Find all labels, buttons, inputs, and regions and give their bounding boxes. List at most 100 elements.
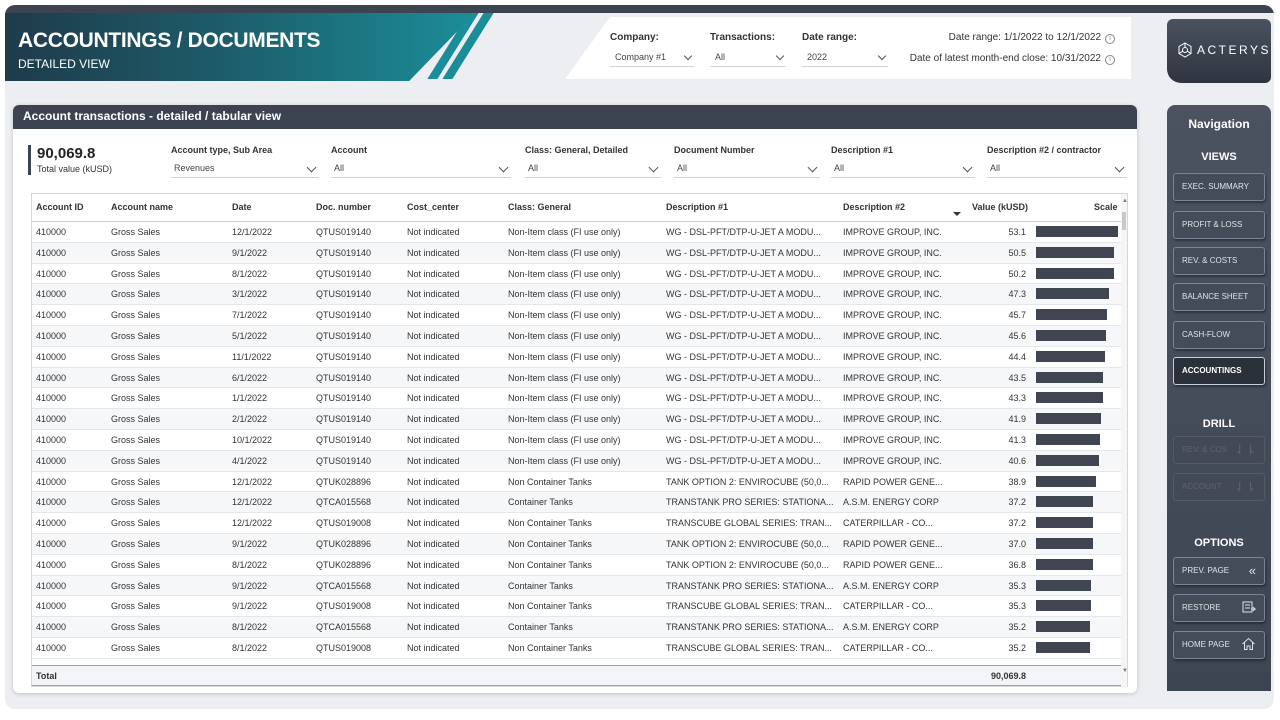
account-slicer[interactable]: All [331, 161, 511, 178]
chevron-down-icon [807, 162, 818, 173]
table-row[interactable]: 410000 Gross Sales 8/1/2022 QTUK028896 Not i… [32, 555, 1122, 576]
table-cell: 8/1/2022 [232, 622, 268, 633]
nav-rev-costs[interactable]: REV. & COSTS [1173, 247, 1265, 275]
column-header[interactable]: Doc. number [316, 202, 371, 212]
table-row[interactable]: 410000 Gross Sales 9/1/2022 QTCA015568 Not i… [32, 575, 1122, 597]
page-subtitle: DETAILED VIEW [18, 57, 110, 71]
table-cell: Gross Sales [111, 434, 161, 445]
column-header[interactable]: Description #2 [843, 202, 905, 212]
table-row[interactable]: 410000 Gross Sales 12/1/2022 QTCA015568 Not … [32, 492, 1122, 514]
scale-bar [1036, 621, 1091, 633]
table-cell: Not indicated [407, 372, 460, 383]
drill-account-button[interactable]: ACCOUNT ⇃⇂ [1173, 473, 1265, 501]
home-page-button[interactable]: HOME PAGE [1173, 631, 1265, 659]
table-cell: TRANSCUBE GLOBAL SERIES: TRAN... [666, 642, 833, 653]
company-dropdown[interactable]: Company #1 [610, 50, 694, 67]
value-cell: 35.2 [1008, 642, 1026, 653]
table-cell: QTCA015568 [316, 580, 372, 591]
table-cell: Non-Item class (FI use only) [508, 434, 621, 445]
table-row[interactable]: 410000 Gross Sales 9/1/2022 QTUK028896 Not i… [32, 533, 1122, 555]
column-header[interactable]: Description #1 [666, 202, 728, 212]
table-row[interactable]: 410000 Gross Sales 8/1/2022 QTUS019008 Not i… [32, 638, 1122, 659]
nav-exec-summary[interactable]: EXEC. SUMMARY [1173, 173, 1265, 201]
table-cell: QTUS019008 [316, 518, 372, 529]
daterange-value: 2022 [807, 52, 828, 62]
transactions-dropdown[interactable]: All [710, 50, 786, 67]
value-cell: 35.3 [1008, 580, 1026, 591]
value-cell: 35.3 [1008, 601, 1026, 612]
prev-page-button[interactable]: PREV. PAGE « [1173, 557, 1265, 585]
table-row[interactable]: 410000 Gross Sales 7/1/2022 QTUS019140 Not i… [32, 305, 1122, 326]
value-cell: 47.3 [1008, 289, 1026, 300]
table-cell: QTUS019008 [316, 642, 372, 653]
table-cell: QTCA015568 [316, 497, 372, 508]
table-cell: Non Container Tanks [508, 538, 592, 549]
latest-close-info: Date of latest month-end close: 10/31/20… [910, 53, 1115, 65]
company-value: Company #1 [615, 52, 667, 62]
nav-cash-flow[interactable]: CASH-FLOW [1173, 321, 1265, 349]
chevron-down-icon [683, 51, 693, 61]
table-cell: Gross Sales [111, 455, 161, 466]
info-icon[interactable]: i [1105, 55, 1115, 65]
table-cell: Not indicated [407, 268, 460, 279]
table-header: Account ID Account name Date Doc. number… [32, 194, 1122, 222]
scale-bar [1036, 579, 1091, 591]
table-cell: Not indicated [407, 580, 460, 591]
table-cell: 410000 [36, 434, 67, 445]
app-frame: ACCOUNTINGS / DOCUMENTS DETAILED VIEW Co… [5, 5, 1274, 709]
table-row[interactable]: 410000 Gross Sales 12/1/2022 QTUS019008 Not … [32, 513, 1122, 534]
chevron-down-icon [1114, 162, 1125, 173]
table-row[interactable]: 410000 Gross Sales 5/1/2022 QTUS019140 Not i… [32, 325, 1122, 347]
nav-balance-sheet[interactable]: BALANCE SHEET [1173, 283, 1265, 311]
nav-profit-loss[interactable]: PROFIT & LOSS [1173, 211, 1265, 239]
date-range-text: Date range: 1/1/2022 to 12/1/2022 [948, 32, 1101, 43]
description2-slicer[interactable]: All [987, 161, 1127, 178]
column-header[interactable]: Account ID [36, 202, 84, 212]
table-cell: 9/1/2022 [232, 580, 268, 591]
table-row[interactable]: 410000 Gross Sales 8/1/2022 QTCA015568 Not i… [32, 617, 1122, 638]
info-icon[interactable]: i [1105, 34, 1115, 44]
table-cell: Not indicated [407, 497, 460, 508]
table-row[interactable]: 410000 Gross Sales 8/1/2022 QTUS019140 Not i… [32, 264, 1122, 285]
table-row[interactable]: 410000 Gross Sales 1/1/2022 QTUS019140 Not i… [32, 388, 1122, 410]
scroll-up-icon[interactable]: ▲ [1122, 198, 1128, 204]
vertical-scrollbar[interactable]: ▲ ▼ [1121, 194, 1128, 688]
table-body: 410000 Gross Sales 12/1/2022 QTUS019140 Not … [32, 222, 1122, 659]
table-row[interactable]: 410000 Gross Sales 6/1/2022 QTUS019140 Not i… [32, 367, 1122, 389]
table-row[interactable]: 410000 Gross Sales 12/1/2022 QTUS019140 Not … [32, 222, 1122, 243]
column-header[interactable]: Class: General [508, 202, 571, 212]
scrollbar-thumb[interactable] [1122, 212, 1126, 230]
table-row[interactable]: 410000 Gross Sales 9/1/2022 QTUS019008 Not i… [32, 596, 1122, 618]
table-row[interactable]: 410000 Gross Sales 4/1/2022 QTUS019140 Not i… [32, 450, 1122, 472]
table-row[interactable]: 410000 Gross Sales 3/1/2022 QTUS019140 Not i… [32, 284, 1122, 306]
column-header[interactable]: Value (kUSD) [972, 202, 1028, 212]
table-cell: 12/1/2022 [232, 476, 273, 487]
column-header[interactable]: Cost_center [407, 202, 459, 212]
table-row[interactable]: 410000 Gross Sales 12/1/2022 QTUK028896 Not … [32, 472, 1122, 493]
table-row[interactable]: 410000 Gross Sales 10/1/2022 QTUS019140 Not … [32, 430, 1122, 451]
table-cell: Non-Item class (FI use only) [508, 414, 621, 425]
drill-rev-cos-button[interactable]: REV. & COS ⇃⇂ [1173, 436, 1265, 464]
drill-arrows-icon: ⇃⇂ [1234, 442, 1256, 457]
nav-accountings[interactable]: ACCOUNTINGS [1173, 357, 1265, 385]
table-cell: Not indicated [407, 330, 460, 341]
table-row[interactable]: 410000 Gross Sales 2/1/2022 QTUS019140 Not i… [32, 409, 1122, 430]
value-cell: 41.3 [1008, 434, 1026, 445]
table-cell: TRANSTANK PRO SERIES: STATIONA... [666, 497, 834, 508]
scroll-down-icon[interactable]: ▼ [1122, 668, 1128, 674]
table-row[interactable]: 410000 Gross Sales 9/1/2022 QTUS019140 Not i… [32, 242, 1122, 264]
table-cell: A.S.M. ENERGY CORP [843, 497, 939, 508]
sort-descending-icon[interactable] [953, 212, 961, 216]
class-slicer[interactable]: All [525, 161, 661, 178]
table-cell: Not indicated [407, 414, 460, 425]
column-header[interactable]: Date [232, 202, 252, 212]
column-header[interactable]: Account name [111, 202, 173, 212]
document-number-slicer[interactable]: All [674, 161, 820, 178]
table-row[interactable]: 410000 Gross Sales 11/1/2022 QTUS019140 Not … [32, 347, 1122, 368]
value-cell: 41.9 [1008, 414, 1026, 425]
account-type-slicer[interactable]: Revenues [171, 161, 319, 178]
daterange-dropdown[interactable]: 2022 [802, 50, 888, 67]
restore-button[interactable]: RESTORE [1173, 594, 1265, 622]
column-header[interactable]: Scale [1094, 202, 1118, 212]
description1-slicer[interactable]: All [831, 161, 975, 178]
